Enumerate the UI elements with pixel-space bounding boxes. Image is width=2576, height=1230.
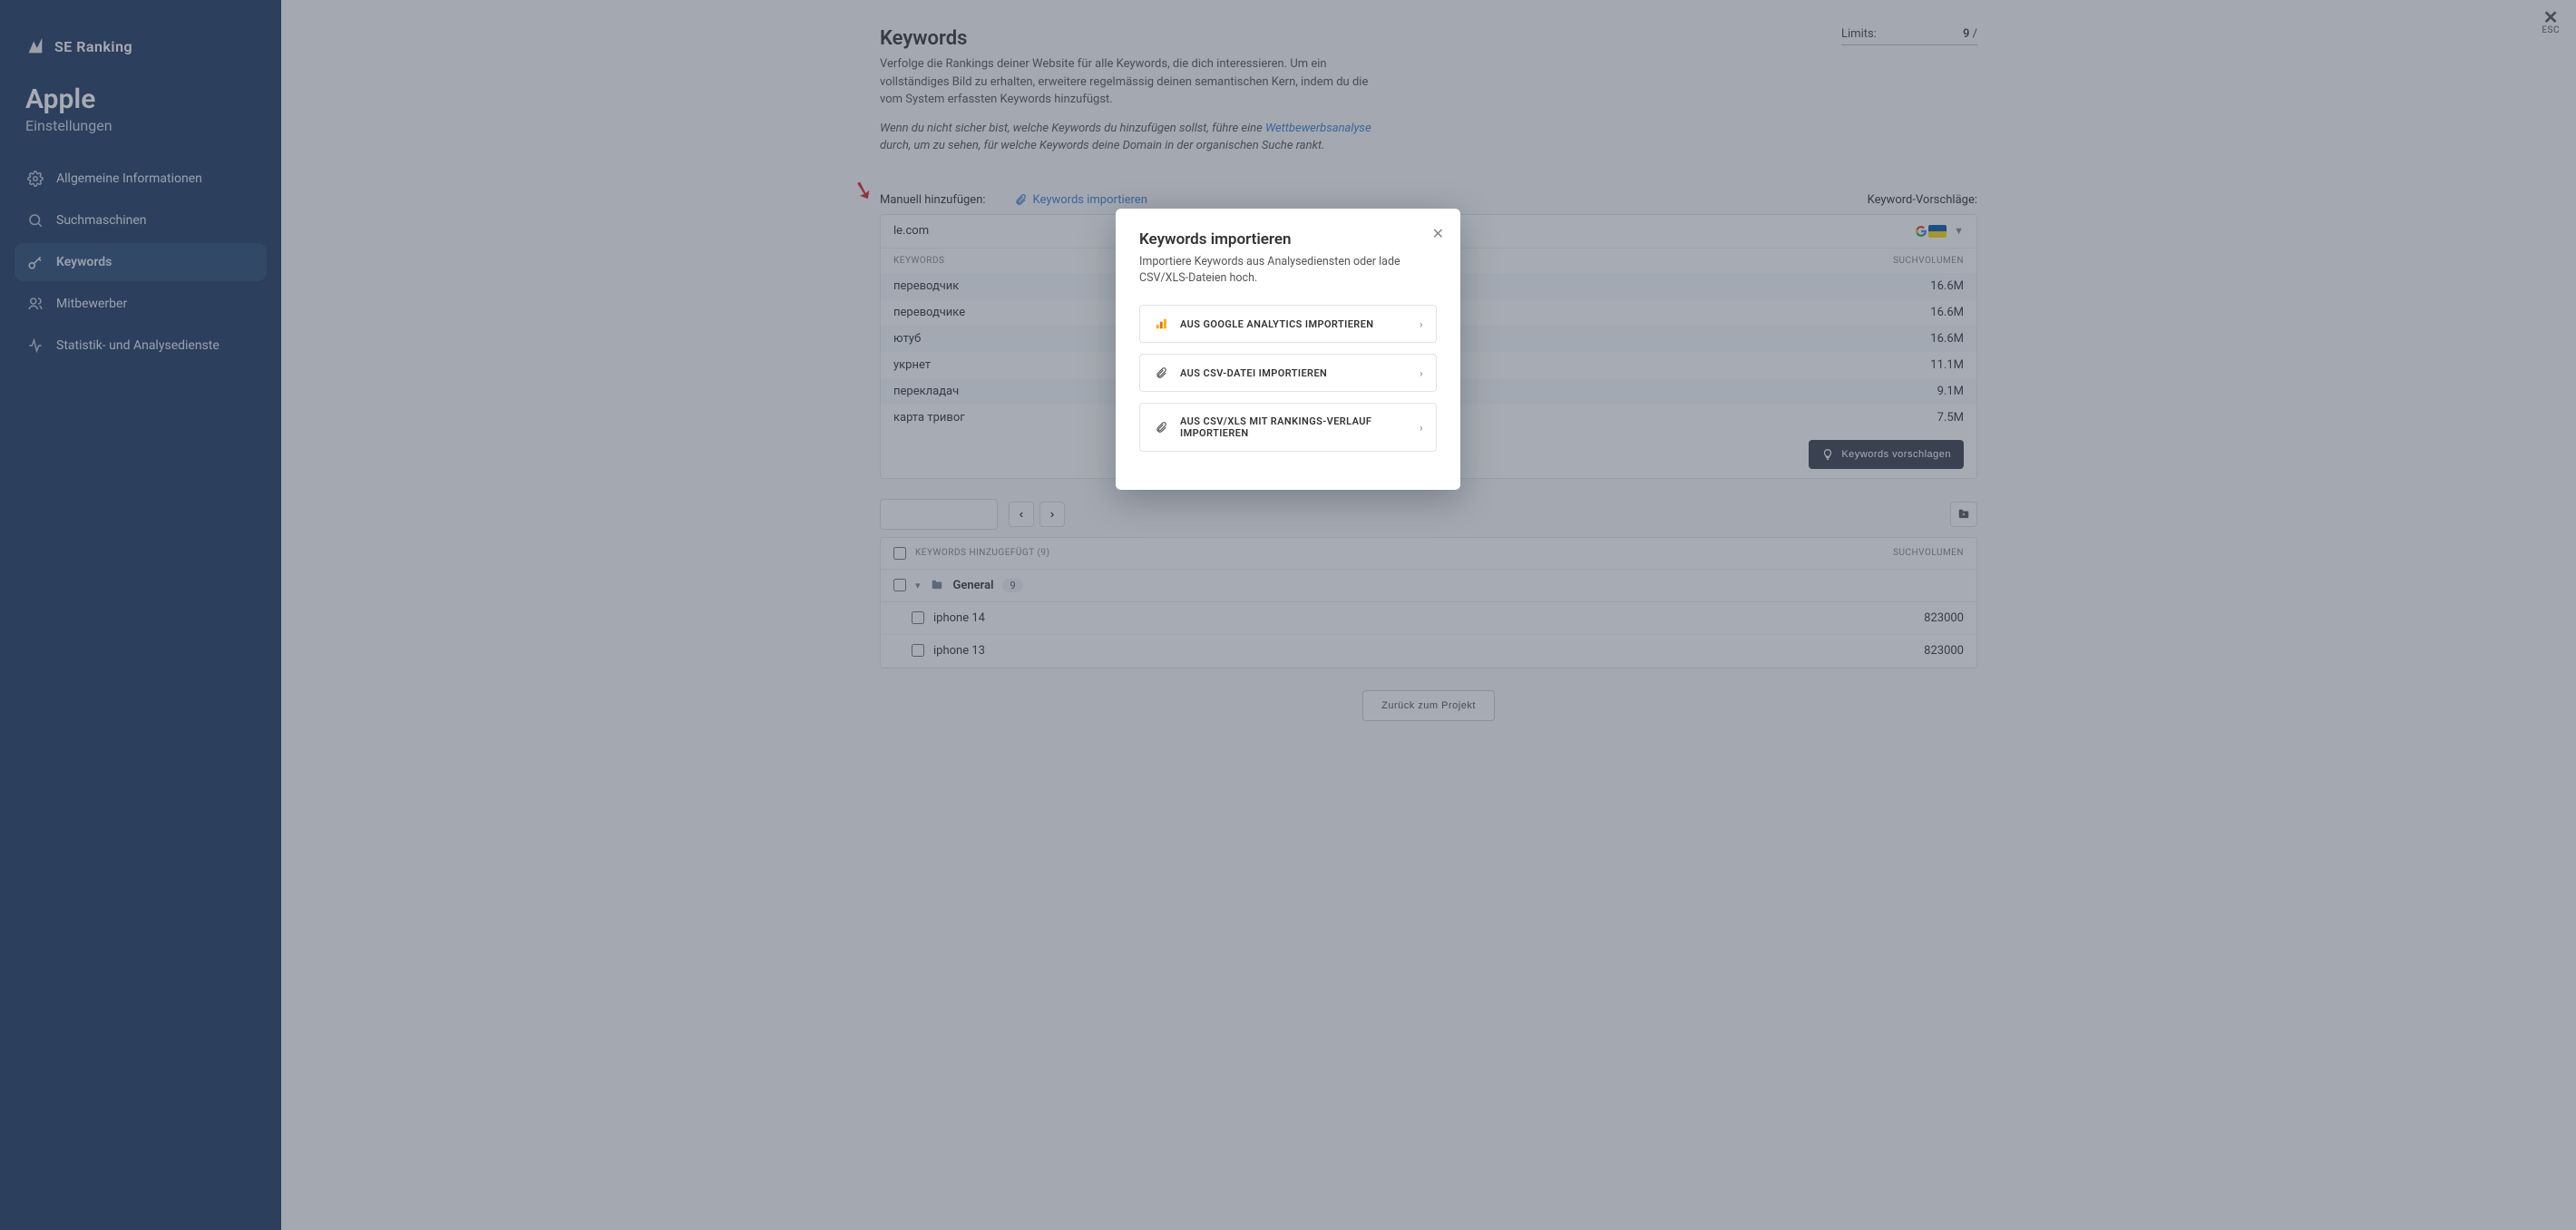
modal-description: Importiere Keywords aus Analysediensten … bbox=[1139, 254, 1437, 287]
import-keywords-modal: ✕ Keywords importieren Importiere Keywor… bbox=[1116, 209, 1460, 490]
modal-title: Keywords importieren bbox=[1139, 230, 1437, 249]
import-csv-option[interactable]: Aus CSV-Datei importieren › bbox=[1139, 354, 1437, 392]
chevron-right-icon: › bbox=[1420, 367, 1423, 379]
chevron-right-icon: › bbox=[1420, 422, 1423, 434]
chevron-right-icon: › bbox=[1420, 318, 1423, 330]
modal-close-button[interactable]: ✕ bbox=[1432, 225, 1444, 242]
import-google-analytics-option[interactable]: Aus Google Analytics importieren › bbox=[1139, 305, 1437, 343]
import-csv-xls-rankings-option[interactable]: Aus CSV/XLS mit Rankings-Verlauf importi… bbox=[1139, 403, 1437, 452]
modal-overlay[interactable]: ✕ Keywords importieren Importiere Keywor… bbox=[0, 0, 2576, 1230]
attach-icon bbox=[1153, 366, 1169, 379]
attach-icon bbox=[1153, 421, 1169, 434]
google-analytics-icon bbox=[1153, 317, 1169, 330]
